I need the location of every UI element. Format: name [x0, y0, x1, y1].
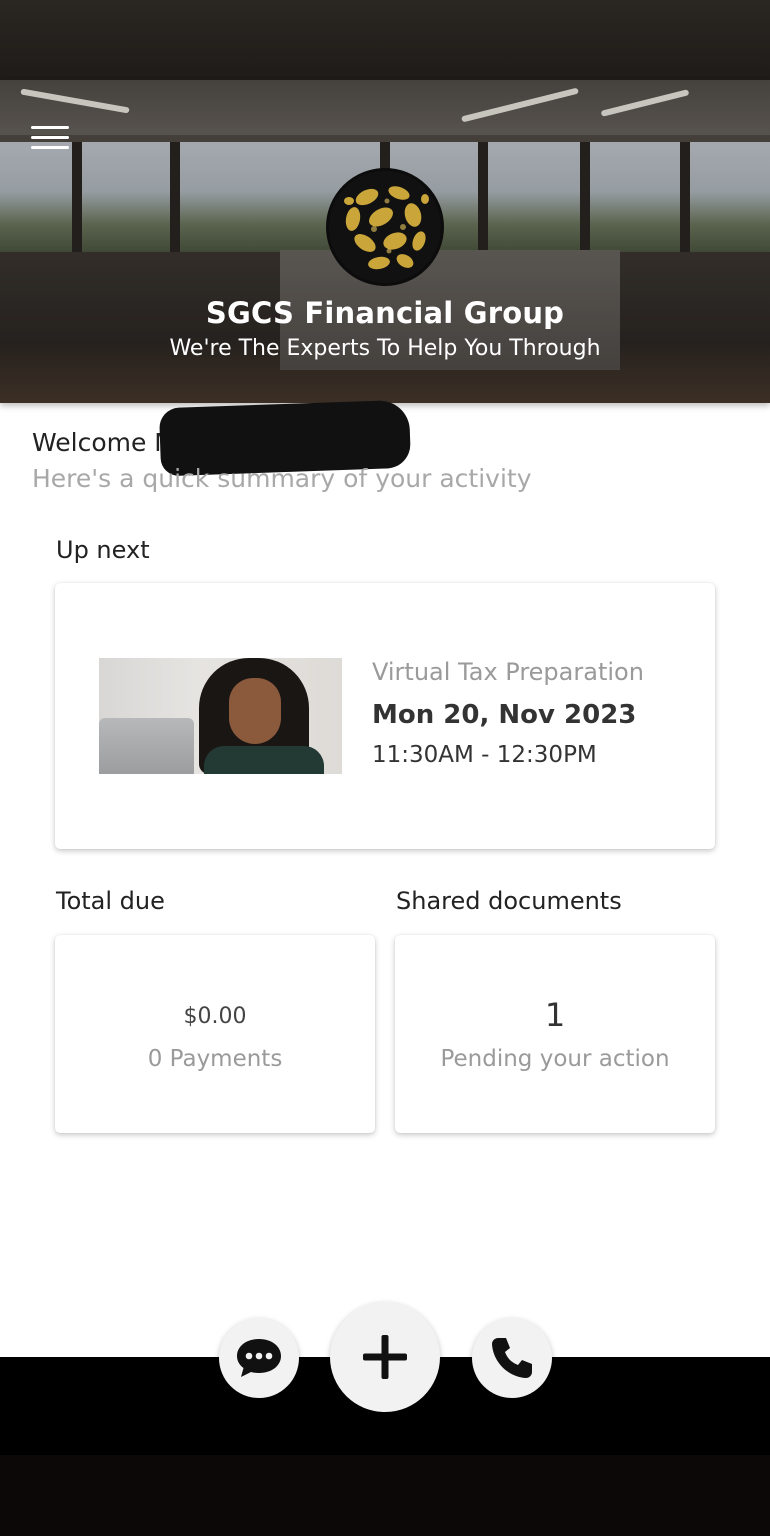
status-bar [0, 0, 770, 80]
shared-documents-card[interactable] [395, 935, 715, 1133]
total-due-card[interactable] [55, 935, 375, 1133]
appointment-time: 11:30AM - 12:30PM [372, 742, 597, 768]
appointment-service: Virtual Tax Preparation [372, 658, 644, 686]
photo-shirt [204, 746, 324, 774]
logo-mark [329, 171, 441, 283]
photo-laptop [99, 718, 194, 774]
welcome-greeting: Welcome M [32, 428, 176, 457]
brand-subtitle: We're The Experts To Help You Through [169, 336, 601, 361]
chat-icon [237, 1339, 281, 1377]
add-button[interactable] [330, 1302, 440, 1412]
appointment-image [99, 658, 342, 774]
phone-icon [492, 1338, 532, 1378]
chat-button[interactable] [219, 1318, 299, 1398]
bottom-band [0, 1455, 770, 1536]
documents-count: 1 [544, 996, 566, 1034]
up-next-label: Up next [56, 536, 150, 564]
brand-title: SGCS Financial Group [205, 296, 565, 330]
documents-status: Pending your action [440, 1046, 670, 1072]
shared-documents-label: Shared documents [396, 887, 622, 915]
photo-face [229, 678, 281, 744]
activity-summary-text: Here's a quick summary of your activity [32, 464, 532, 493]
appointment-date: Mon 20, Nov 2023 [372, 700, 637, 730]
call-button[interactable] [472, 1318, 552, 1398]
total-due-label: Total due [56, 887, 165, 915]
plus-icon [363, 1335, 407, 1379]
company-logo [326, 168, 444, 286]
total-due-amount: $0.00 [183, 1004, 247, 1029]
payments-count: 0 Payments [147, 1046, 283, 1072]
hamburger-menu-icon[interactable] [28, 126, 72, 156]
